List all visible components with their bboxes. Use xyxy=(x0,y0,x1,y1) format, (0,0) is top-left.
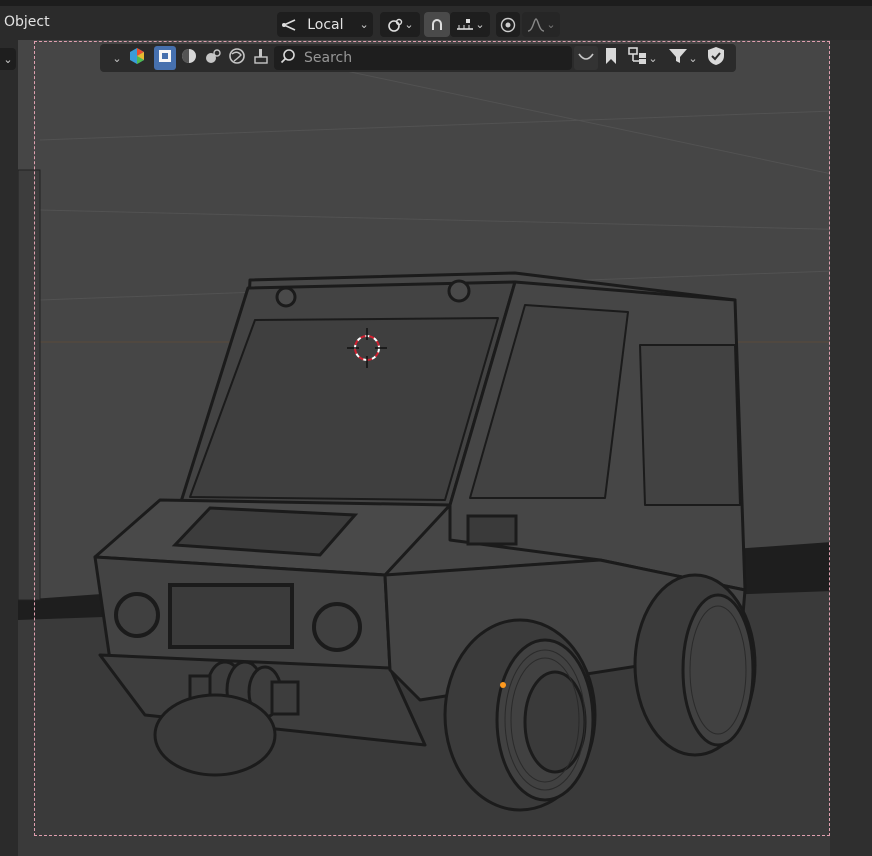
3d-cursor-icon xyxy=(347,328,387,368)
header-top-border xyxy=(0,0,872,6)
toolbar-collapse-button[interactable]: ⌄ xyxy=(110,46,124,70)
snap-target-dropdown[interactable]: ⌄ xyxy=(450,12,490,37)
proportional-falloff-dropdown[interactable]: ⌄ xyxy=(522,12,560,37)
snap-toggle-button[interactable] xyxy=(424,12,450,37)
viewport-overlay-toolbar: ⌄ Search ⌄ ⌄ xyxy=(100,44,736,72)
color-picker-button[interactable] xyxy=(126,46,148,70)
solid-shading-icon xyxy=(157,48,173,68)
material-shading-icon xyxy=(180,47,198,69)
transform-orientation-icon xyxy=(281,17,299,33)
transform-orientation-label: Local xyxy=(307,16,344,33)
proportional-editing-icon xyxy=(500,17,516,33)
color-wheel-icon xyxy=(128,47,146,69)
pivot-point-icon xyxy=(386,16,404,34)
search-field[interactable] xyxy=(274,46,572,70)
falloff-curve-icon xyxy=(577,49,595,68)
solid-shading-button[interactable] xyxy=(178,46,200,70)
hierarchy-icon xyxy=(628,47,648,69)
scene-render xyxy=(18,40,830,856)
filter-dropdown[interactable]: ⌄ xyxy=(664,46,702,70)
chevron-down-icon: ⌄ xyxy=(404,18,414,31)
falloff-curve-icon xyxy=(526,17,546,33)
snap-magnet-icon xyxy=(428,16,446,34)
bookmark-button[interactable] xyxy=(600,46,622,70)
chevron-down-icon: ⌄ xyxy=(3,52,13,66)
hierarchy-dropdown[interactable]: ⌄ xyxy=(624,46,662,70)
brush-icon xyxy=(252,47,270,69)
3d-viewport[interactable] xyxy=(18,40,830,856)
interaction-mode-label[interactable]: Object xyxy=(4,14,50,30)
search-input[interactable] xyxy=(302,49,566,67)
proportional-editing-button[interactable] xyxy=(496,12,520,37)
chevron-down-icon: ⌄ xyxy=(475,18,485,31)
material-preview-button[interactable] xyxy=(202,46,224,70)
world-icon xyxy=(228,47,246,69)
chevron-down-icon: ⌄ xyxy=(688,51,698,65)
viewport-header: Object Local ⌄ ⌄ ⌄ ⌄ xyxy=(0,0,872,40)
left-side-panel xyxy=(0,40,18,856)
search-icon xyxy=(280,48,296,68)
bookmark-icon xyxy=(604,47,618,69)
object-origin-dot xyxy=(500,682,506,688)
paint-brush-button[interactable] xyxy=(250,46,272,70)
3d-cursor[interactable] xyxy=(347,328,387,368)
restriction-toggle-button[interactable] xyxy=(704,46,728,70)
chevron-down-icon: ⌄ xyxy=(546,18,556,31)
filter-icon xyxy=(668,47,688,69)
gizmo-curve-button[interactable] xyxy=(574,46,598,70)
rendered-shading-button[interactable] xyxy=(226,46,248,70)
snap-increment-icon xyxy=(455,17,475,33)
wireframe-shading-button[interactable] xyxy=(154,46,176,70)
chevron-down-icon: ⌄ xyxy=(648,51,658,65)
left-panel-dropdown[interactable]: ⌄ xyxy=(0,48,16,70)
shield-icon xyxy=(707,46,725,70)
chevron-down-icon: ⌄ xyxy=(359,18,369,31)
transform-orientation-dropdown[interactable]: Local ⌄ xyxy=(277,12,373,37)
right-side-region xyxy=(830,40,872,856)
chevron-down-icon: ⌄ xyxy=(112,51,122,65)
render-shading-icon xyxy=(204,47,222,69)
pivot-point-dropdown[interactable]: ⌄ xyxy=(380,12,420,37)
